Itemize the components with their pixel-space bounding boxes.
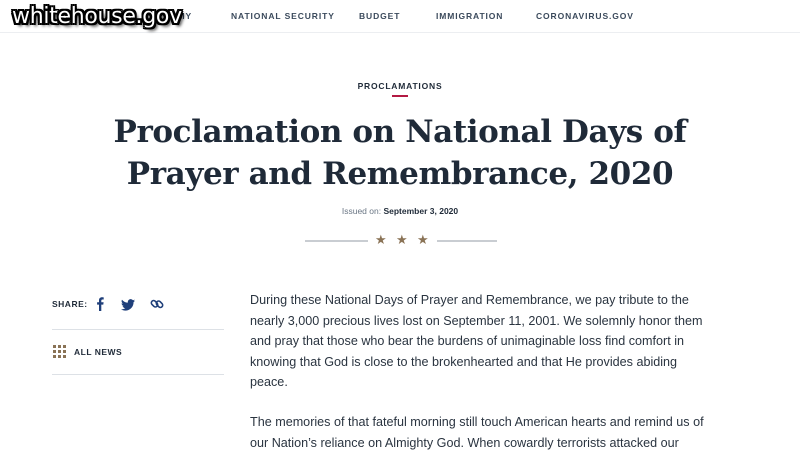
paragraph-line: During these National Days of Prayer and…	[250, 293, 689, 307]
paragraph-line: The memories of that fateful morning sti…	[250, 415, 704, 429]
nav-item-coronavirus[interactable]: CORONAVIRUS.GOV	[536, 11, 634, 21]
facebook-icon[interactable]	[95, 297, 105, 316]
twitter-icon[interactable]	[121, 298, 135, 316]
paragraph-line: and pray that those who bear the burdens…	[250, 334, 685, 349]
sidebar-divider	[52, 329, 224, 330]
paragraph-line: peace.	[250, 375, 288, 390]
divider-line-left	[305, 240, 368, 242]
issued-date: Issued on: September 3, 2020	[0, 206, 800, 216]
sidebar-divider	[52, 374, 224, 375]
star-icon: ★	[375, 232, 387, 247]
category-underline	[392, 95, 408, 97]
share-label: SHARE:	[52, 299, 88, 309]
issued-label: Issued on:	[341, 206, 382, 216]
link-icon[interactable]	[150, 297, 164, 316]
divider-line-right	[437, 240, 497, 242]
grid-icon[interactable]	[53, 345, 66, 363]
category-label[interactable]: PROCLAMATIONS	[0, 81, 800, 91]
paragraph-line: knowing that God is close to the brokenh…	[250, 354, 678, 369]
nav-item-immigration[interactable]: IMMIGRATION	[436, 11, 503, 21]
page-title: Proclamation on National Days of Prayer …	[100, 111, 700, 195]
nav-item-national-security[interactable]: NATIONAL SECURITY	[231, 11, 335, 21]
star-icon: ★	[396, 232, 408, 247]
paragraph-line: nearly 3,000 precious lives lost on Sept…	[250, 313, 703, 328]
nav-item-budget[interactable]: BUDGET	[359, 11, 400, 21]
issued-date-value: September 3, 2020	[383, 206, 459, 216]
body-paragraph: The memories of that fateful morning sti…	[250, 412, 704, 453]
body-paragraph: During these National Days of Prayer and…	[250, 290, 703, 393]
all-news-link[interactable]: ALL NEWS	[74, 347, 122, 357]
title-line-2: Prayer and Remembrance, 2020	[126, 156, 674, 192]
site-watermark: whitehouse.gov	[12, 4, 182, 29]
title-line-1: Proclamation on National Days of	[113, 114, 687, 150]
star-icon: ★	[417, 232, 429, 247]
